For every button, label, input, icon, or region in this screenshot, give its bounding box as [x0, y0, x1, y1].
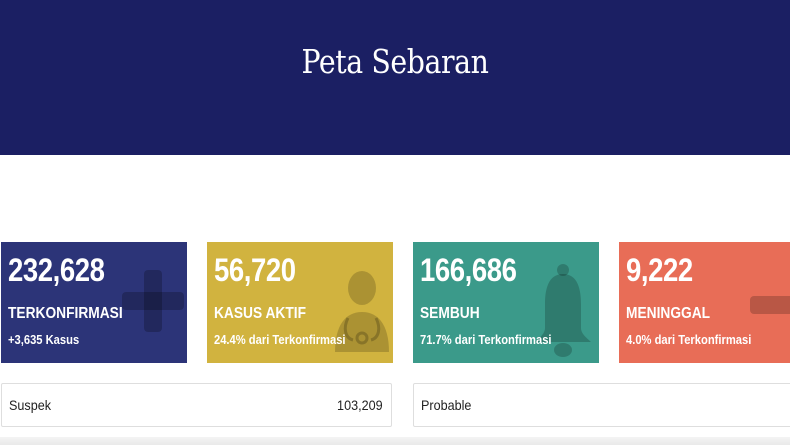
recovered-percentage: 71.7% dari Terkonfirmasi	[420, 332, 552, 347]
confirmed-daily-increase: +3,635 Kasus	[8, 332, 80, 347]
deaths-label: MENINGGAL	[626, 305, 711, 322]
recovered-count: 166,686	[420, 252, 517, 288]
confirmed-count: 232,628	[8, 252, 105, 288]
page-header: Peta Sebaran	[0, 0, 790, 155]
deaths-percentage: 4.0% dari Terkonfirmasi	[626, 332, 752, 347]
deaths-count: 9,222	[626, 252, 693, 288]
deaths-card: 9,222 MENINGGAL 4.0% dari Terkonfirmasi	[619, 242, 790, 363]
section-divider	[0, 437, 790, 445]
suspek-label: Suspek	[9, 397, 52, 413]
plus-icon	[122, 270, 184, 332]
active-cases-percentage: 24.4% dari Terkonfirmasi	[214, 332, 346, 347]
confirmed-label: TERKONFIRMASI	[8, 305, 123, 322]
recovered-label: SEMBUH	[420, 305, 480, 322]
confirmed-card: 232,628 TERKONFIRMASI +3,635 Kasus	[1, 242, 187, 363]
suspek-box: Suspek 103,209	[1, 383, 392, 427]
page-title: Peta Sebaran	[301, 42, 489, 81]
recovered-card: 166,686 SEMBUH 71.7% dari Terkonfirmasi	[413, 242, 599, 363]
minus-icon	[750, 296, 790, 314]
active-cases-label: KASUS AKTIF	[214, 305, 306, 322]
suspek-value: 103,209	[337, 397, 383, 413]
probable-label: Probable	[421, 397, 472, 413]
active-cases-count: 56,720	[214, 252, 296, 288]
active-cases-card: 56,720 KASUS AKTIF 24.4% dari Terkonfirm…	[207, 242, 393, 363]
probable-box: Probable	[413, 383, 790, 427]
